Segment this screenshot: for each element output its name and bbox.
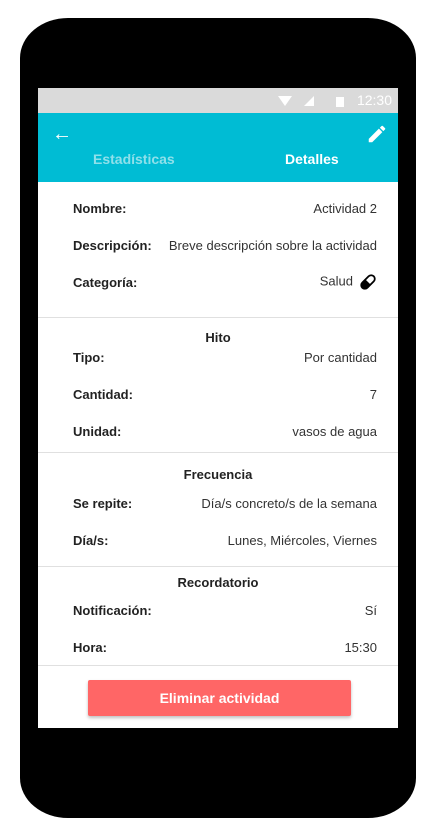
value: Lunes, Miércoles, Viernes [227, 532, 377, 548]
row-hora: Hora: 15:30 [73, 637, 377, 657]
status-bar: 12:30 [38, 88, 398, 113]
status-time: 12:30 [356, 92, 392, 108]
delete-activity-button[interactable]: Eliminar actividad [88, 680, 351, 716]
section-title-recordatorio: Recordatorio [177, 575, 259, 590]
divider [38, 317, 398, 318]
value: Salud [319, 273, 353, 289]
label: Unidad: [73, 423, 122, 439]
label: Hora: [73, 639, 107, 655]
category-value: Salud [320, 273, 377, 291]
row-nombre: Nombre: Actividad 2 [73, 198, 377, 218]
row-unidad: Unidad: vasos de agua [73, 421, 377, 441]
value: 7 [369, 386, 377, 402]
section-title-hito: Hito [205, 330, 231, 345]
value: 15:30 [344, 639, 377, 655]
row-notificacion: Notificación: Sí [73, 600, 377, 620]
row-se-repite: Se repite: Día/s concreto/s de la semana [73, 493, 377, 513]
row-categoria: Categoría: Salud [73, 272, 377, 292]
value: Sí [364, 602, 377, 618]
pill-icon [360, 274, 376, 290]
back-arrow-icon[interactable]: ← [52, 123, 72, 146]
label: Cantidad: [73, 386, 133, 402]
label: Descripción: [73, 237, 152, 253]
value: vasos de agua [292, 423, 377, 439]
label: Día/s: [73, 532, 109, 548]
label: Notificación: [73, 602, 152, 618]
label: Tipo: [73, 349, 105, 365]
section-title-frecuencia: Frecuencia [183, 467, 253, 482]
value: Por cantidad [304, 349, 377, 365]
screen: 12:30 ← Estadísticas Detalles Nombre: Act… [38, 88, 398, 728]
value: Actividad 2 [313, 200, 377, 216]
row-descripcion: Descripción: Breve descripción sobre la a… [73, 235, 377, 255]
row-tipo: Tipo: Por cantidad [73, 347, 377, 367]
value: Breve descripción sobre la actividad [168, 237, 377, 253]
label: Nombre: [73, 200, 127, 216]
label: Se repite: [73, 495, 133, 511]
divider [38, 665, 398, 666]
divider [38, 566, 398, 567]
tab-estadisticas[interactable]: Estadísticas [93, 151, 175, 167]
value: Día/s concreto/s de la semana [201, 495, 377, 511]
row-cantidad: Cantidad: 7 [73, 384, 377, 404]
tab-detalles[interactable]: Detalles [285, 151, 339, 167]
status-icons [278, 96, 344, 107]
row-dias: Día/s: Lunes, Miércoles, Viernes [73, 530, 377, 550]
edit-pencil-icon[interactable] [366, 123, 388, 145]
label: Categoría: [73, 274, 138, 290]
app-header: ← Estadísticas Detalles [38, 113, 398, 182]
divider [38, 452, 398, 453]
